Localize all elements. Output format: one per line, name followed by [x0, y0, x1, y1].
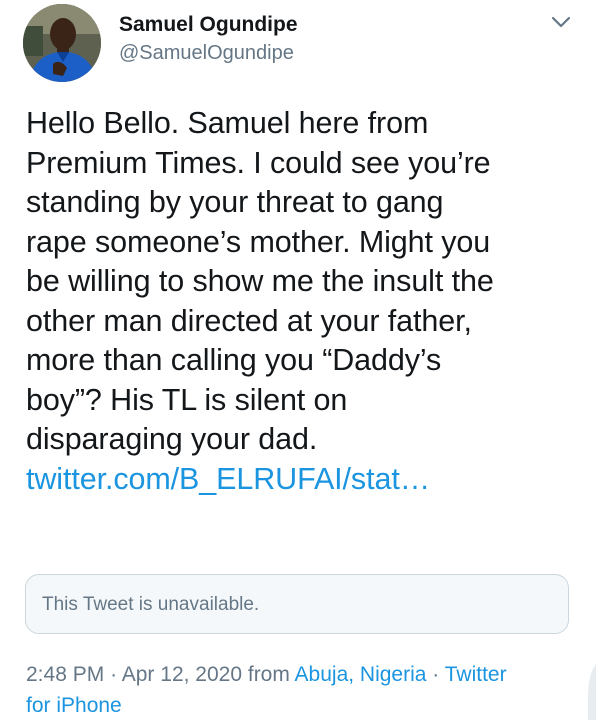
tweet-text-line: Premium Times. I could see you’re — [26, 145, 491, 180]
tweet-time[interactable]: 2:48 PM — [26, 663, 104, 686]
tweet-source-link-part2[interactable]: for iPhone — [26, 694, 122, 717]
tweet-text-line: more than calling you “Daddy’s — [26, 343, 442, 377]
tweet-menu-button[interactable] — [549, 12, 573, 32]
tweet-location-link[interactable]: Abuja, Nigeria — [295, 663, 427, 686]
author-display-name[interactable]: Samuel Ogundipe — [119, 12, 298, 38]
tweet-text-line: standing by your threat to gang — [26, 185, 444, 219]
edge-shadow-icon — [588, 664, 596, 720]
author-names: Samuel Ogundipe @SamuelOgundipe — [119, 12, 298, 66]
tweet-body: Hello Bello. Samuel here from Premium Ti… — [26, 104, 586, 499]
meta-separator: · — [432, 663, 440, 686]
tweet-meta: 2:48 PM · Apr 12, 2020 from Abuja, Niger… — [26, 659, 582, 721]
quoted-tweet-unavailable-message: This Tweet is unavailable. — [42, 594, 260, 615]
scroll-edge-indicator — [584, 664, 596, 720]
tweet-text-line: disparaging your dad. — [26, 422, 318, 456]
tweet-text-line: rape someone’s mother. Might you — [26, 224, 491, 259]
meta-from-word: from — [247, 663, 290, 686]
author-handle[interactable]: @SamuelOgundipe — [119, 40, 298, 66]
chevron-down-icon — [551, 16, 571, 28]
tweet-source-link-part1[interactable]: Twitter — [445, 663, 507, 686]
tweet: Samuel Ogundipe @SamuelOgundipe Hello Be… — [0, 0, 596, 720]
author-avatar[interactable] — [23, 4, 101, 82]
tweet-text-line: boy”? His TL is silent on — [26, 382, 348, 417]
tweet-text-line: Hello Bello. Samuel here from — [26, 106, 429, 140]
meta-separator: · — [110, 663, 118, 686]
quoted-tweet-card[interactable]: This Tweet is unavailable. — [25, 574, 569, 634]
tweet-text-line: other man directed at your father, — [26, 303, 472, 338]
tweet-date[interactable]: Apr 12, 2020 — [122, 663, 242, 686]
profile-photo-icon — [23, 4, 101, 82]
tweet-text-line: be willing to show me the insult the — [26, 264, 494, 298]
tweet-link[interactable]: twitter.com/B_ELRUFAI/stat… — [26, 462, 430, 496]
